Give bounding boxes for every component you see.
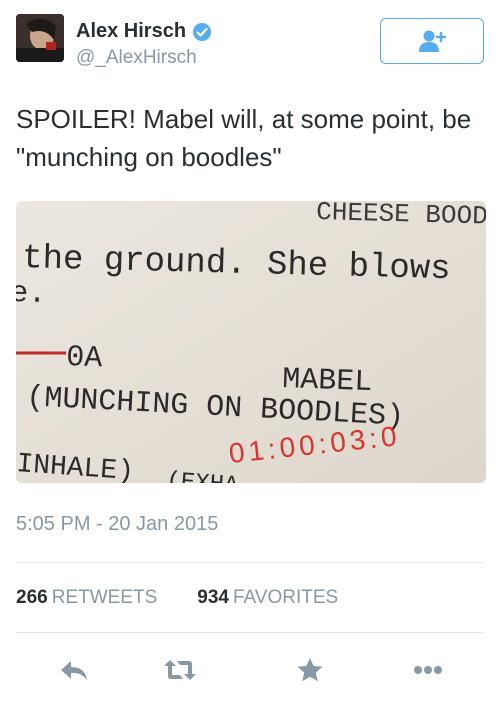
avatar[interactable] xyxy=(16,14,64,62)
tweet-text: SPOILER! Mabel will, at some point, be "… xyxy=(16,104,472,172)
tweet-header: Alex Hirsch @_AlexHirsch xyxy=(16,14,484,70)
tweet-stats: 266 RETWEETS 934 FAVORITES xyxy=(16,587,378,609)
more-icon xyxy=(414,666,442,674)
reply-button[interactable] xyxy=(52,648,96,692)
tweet-timestamp[interactable]: 5:05 PM - 20 Jan 2015 xyxy=(16,513,218,536)
user-name[interactable]: Alex Hirsch xyxy=(76,20,186,43)
name-row: Alex Hirsch xyxy=(76,20,212,43)
tweet-photo[interactable]: CHEESE BOODLE the ground. She blows e. 0… xyxy=(16,201,486,483)
script-line: 0A xyxy=(66,341,103,376)
favorites-stat[interactable]: 934 FAVORITES xyxy=(197,587,338,609)
verified-badge-icon xyxy=(193,22,212,41)
tweet-actions xyxy=(0,648,500,692)
retweets-stat[interactable]: 266 RETWEETS xyxy=(16,587,157,609)
favorites-label: FAVORITES xyxy=(232,587,339,608)
retweet-icon xyxy=(164,660,196,680)
user-handle[interactable]: @_AlexHirsch xyxy=(76,47,197,69)
script-line: CHEESE BOODLE xyxy=(316,201,486,232)
favorites-count: 934 xyxy=(197,587,229,608)
favorite-button[interactable] xyxy=(288,648,332,692)
retweet-button[interactable] xyxy=(158,648,202,692)
retweets-label: RETWEETS xyxy=(51,587,158,608)
reply-icon xyxy=(61,661,87,680)
divider xyxy=(16,562,484,563)
star-icon xyxy=(297,658,323,682)
script-line: e. xyxy=(16,277,47,312)
more-button[interactable] xyxy=(406,648,450,692)
retweets-count: 266 xyxy=(16,587,48,608)
add-user-icon xyxy=(419,30,447,52)
divider xyxy=(16,632,484,633)
follow-button[interactable] xyxy=(380,18,484,64)
